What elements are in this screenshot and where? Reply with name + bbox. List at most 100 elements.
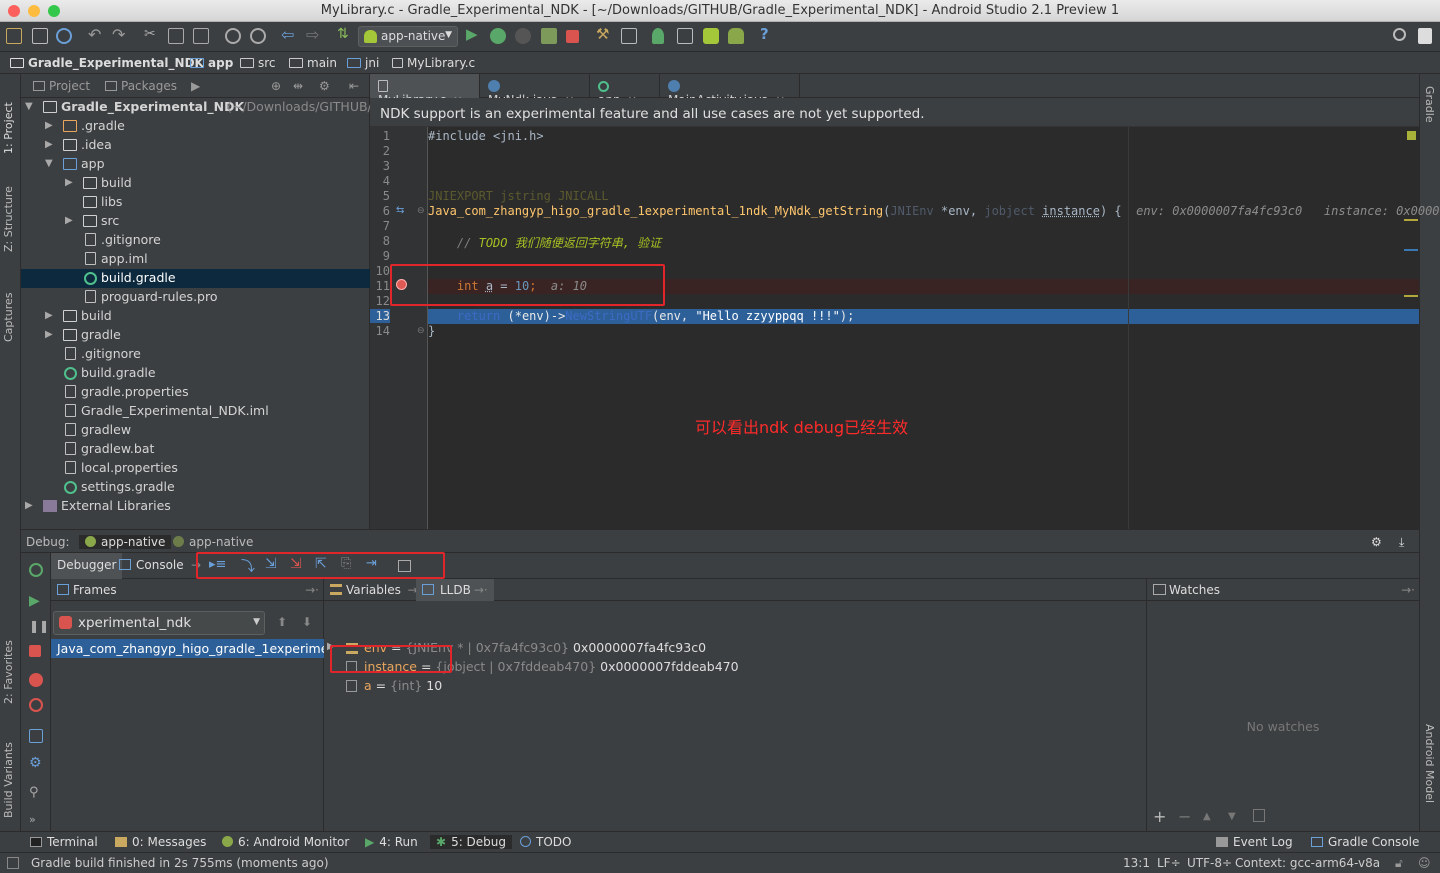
- tree-item-src[interactable]: ▶ src: [21, 212, 370, 231]
- tab-mylibrary-c[interactable]: MyLibrary.c✕: [370, 74, 480, 107]
- caret-position[interactable]: 13:1: [1123, 856, 1150, 870]
- pin-icon[interactable]: →·: [1401, 583, 1415, 597]
- breadcrumb-jni[interactable]: jni: [347, 56, 379, 70]
- pin-icon[interactable]: →·: [305, 583, 319, 597]
- expanded-arrow-icon[interactable]: ▼: [45, 158, 53, 169]
- tab-gradle-console[interactable]: Gradle Console: [1311, 835, 1419, 849]
- context-selector[interactable]: Context: gcc-arm64-v8a: [1235, 856, 1380, 870]
- tree-item-gitignore[interactable]: .gitignore: [21, 345, 370, 364]
- tree-item-gradlew-bat[interactable]: gradlew.bat: [21, 440, 370, 459]
- error-stripe-mark[interactable]: [1404, 249, 1418, 251]
- tree-item-idea[interactable]: ▶ .idea: [21, 136, 370, 155]
- redo-icon[interactable]: ↷: [112, 25, 128, 44]
- settings-gear-icon[interactable]: ⚙: [319, 79, 330, 93]
- move-down-icon[interactable]: ▼: [1228, 811, 1236, 822]
- tab-favorites[interactable]: 2: Favorites: [2, 624, 15, 704]
- gradle-sync-icon[interactable]: [652, 28, 664, 44]
- tab-messages[interactable]: 0: Messages: [115, 835, 206, 849]
- move-up-icon[interactable]: ▲: [1203, 811, 1211, 822]
- tree-item-gradlew[interactable]: gradlew: [21, 421, 370, 440]
- stack-frame-selected[interactable]: Java_com_zhangyp_higo_gradle_1experiment: [51, 639, 324, 658]
- forward-icon[interactable]: ⇨: [306, 25, 322, 44]
- avd-manager-icon[interactable]: [677, 28, 693, 44]
- breadcrumb-app[interactable]: app: [190, 56, 233, 70]
- previous-frame-icon[interactable]: ⬆: [277, 615, 287, 629]
- tree-item-gradle[interactable]: ▶ gradle: [21, 326, 370, 345]
- tree-item-proguard[interactable]: proguard-rules.pro: [21, 288, 370, 307]
- find-icon[interactable]: [225, 28, 241, 44]
- view-breakpoints-icon[interactable]: [29, 673, 43, 687]
- error-stripe-mark[interactable]: [1404, 295, 1418, 297]
- settings-icon[interactable]: ⚙: [29, 755, 43, 771]
- project-structure-icon[interactable]: [621, 28, 637, 44]
- tab-terminal[interactable]: Terminal: [30, 835, 98, 849]
- undo-icon[interactable]: ↶: [88, 25, 104, 44]
- apply-changes-icon[interactable]: [541, 28, 557, 44]
- tab-app-gradle[interactable]: app✕: [590, 74, 660, 107]
- tree-item-app[interactable]: ▼ app: [21, 155, 370, 174]
- settings-gear-icon[interactable]: ⚙: [1371, 535, 1382, 549]
- back-icon[interactable]: ⇦: [281, 25, 297, 44]
- copy-watch-icon[interactable]: [1253, 809, 1265, 822]
- tab-myndk-java[interactable]: MyNdk.java✕: [480, 74, 590, 107]
- breadcrumb-src[interactable]: src: [240, 56, 276, 70]
- inspector-icon[interactable]: ☺: [1418, 856, 1431, 870]
- collapse-all-icon[interactable]: ⇹: [293, 79, 303, 93]
- expanded-arrow-icon[interactable]: ▼: [25, 101, 33, 112]
- stop-icon[interactable]: [29, 645, 41, 657]
- tab-console[interactable]: Console: [119, 558, 184, 572]
- collapsed-arrow-icon[interactable]: ▶: [25, 500, 33, 511]
- collapsed-arrow-icon[interactable]: ▶: [45, 310, 53, 321]
- tab-event-log[interactable]: Event Log: [1216, 835, 1293, 849]
- tree-item-gradle-properties[interactable]: gradle.properties: [21, 383, 370, 402]
- error-stripe-mark[interactable]: [1404, 219, 1418, 221]
- collapsed-arrow-icon[interactable]: ▶: [45, 329, 53, 340]
- collapsed-arrow-icon[interactable]: ▶: [45, 139, 53, 150]
- implemented-method-icon[interactable]: ⇆: [396, 205, 404, 216]
- tree-item-app-build[interactable]: ▶ build: [21, 174, 370, 193]
- code-editor[interactable]: #include <jni.h> JNIEXPORT jstring JNICA…: [428, 127, 1440, 529]
- tab-project-view[interactable]: Project: [33, 79, 90, 93]
- scroll-from-source-icon[interactable]: ⊕: [271, 79, 281, 93]
- tab-android-model[interactable]: Android Model: [1423, 724, 1436, 803]
- mute-breakpoints-icon[interactable]: [29, 698, 43, 712]
- hide-panel-icon[interactable]: ⇤: [349, 79, 359, 93]
- user-icon[interactable]: [1418, 28, 1432, 44]
- tab-todo[interactable]: TODO: [520, 835, 571, 849]
- open-folder-icon[interactable]: [6, 28, 22, 44]
- tab-android-monitor[interactable]: 6: Android Monitor: [222, 835, 349, 849]
- cut-icon[interactable]: ✂: [144, 26, 160, 42]
- more-icon[interactable]: »: [29, 813, 43, 827]
- more-tabs-icon[interactable]: ▶: [191, 79, 200, 93]
- run-icon[interactable]: ▶: [466, 25, 482, 43]
- tree-item-root[interactable]: ▼ Gradle_Experimental_NDK (~/Downloads/G…: [21, 98, 381, 117]
- rerun-icon[interactable]: [29, 563, 43, 577]
- debug-session-tab[interactable]: app-native: [173, 535, 253, 549]
- next-frame-icon[interactable]: ⬇: [302, 615, 312, 629]
- toggle-tool-windows-icon[interactable]: [7, 857, 19, 869]
- remove-watch-icon[interactable]: −: [1178, 807, 1191, 826]
- replace-icon[interactable]: [250, 28, 266, 44]
- thread-selector[interactable]: xperimental_ndk ▼: [53, 611, 265, 635]
- tree-item-local-properties[interactable]: local.properties: [21, 459, 370, 478]
- run-config-dropdown[interactable]: app-native ▼: [358, 26, 458, 47]
- tab-debugger[interactable]: Debugger: [51, 553, 123, 579]
- android-device-monitor-icon[interactable]: [703, 28, 719, 44]
- pause-icon[interactable]: ❚❚: [29, 619, 49, 633]
- hide-panel-icon[interactable]: ⤓: [1399, 535, 1404, 550]
- tree-item-project-iml[interactable]: Gradle_Experimental_NDK.iml: [21, 402, 370, 421]
- stop-icon[interactable]: [566, 30, 579, 43]
- copy-icon[interactable]: [168, 28, 184, 44]
- debug-session-tab-active[interactable]: app-native: [79, 535, 172, 549]
- tab-run[interactable]: ▶ 4: Run: [365, 835, 418, 849]
- make-project-icon[interactable]: ⇅: [337, 26, 353, 42]
- tree-item-dot-gradle[interactable]: ▶ .gradle: [21, 117, 370, 136]
- sdk-manager-icon[interactable]: ⚒: [596, 25, 612, 43]
- tab-captures[interactable]: Captures: [2, 274, 15, 342]
- tab-mainactivity-java[interactable]: MainActivity.java✕: [660, 74, 800, 107]
- collapsed-arrow-icon[interactable]: ▶: [65, 177, 73, 188]
- file-encoding[interactable]: UTF-8÷: [1187, 856, 1232, 870]
- tab-structure[interactable]: Z: Structure: [2, 172, 15, 252]
- collapsed-arrow-icon[interactable]: ▶: [65, 215, 73, 226]
- resume-icon[interactable]: ▶: [29, 593, 43, 609]
